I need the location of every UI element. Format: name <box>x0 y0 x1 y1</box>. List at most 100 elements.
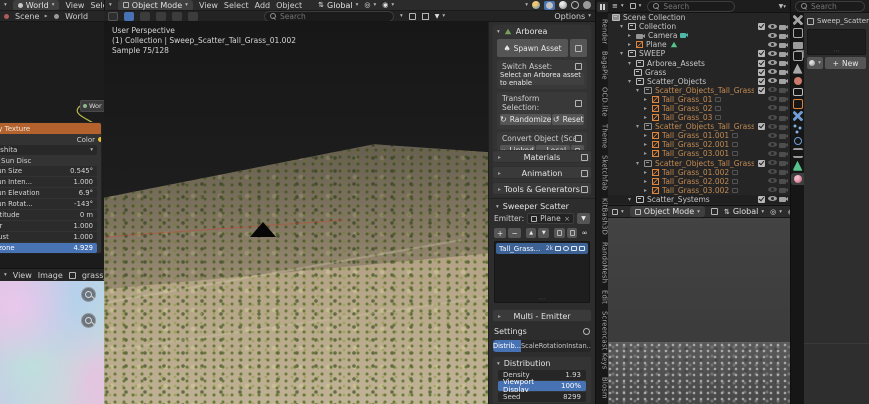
expand-caret[interactable]: ▸ <box>642 132 649 139</box>
shading-wireframe-icon[interactable] <box>571 1 579 9</box>
hide-toggle[interactable] <box>768 132 777 140</box>
breadcrumb-world[interactable]: World <box>65 12 88 21</box>
properties-search-input[interactable] <box>811 2 859 11</box>
expand-caret[interactable]: ▾ <box>626 60 633 67</box>
editor-type-dropdown[interactable]: ▾ <box>612 209 624 215</box>
lock-toggle-icon[interactable] <box>571 246 577 251</box>
select-mode-circle[interactable] <box>156 12 166 21</box>
hide-toggle[interactable] <box>768 114 777 122</box>
expand-caret[interactable]: ▾ <box>634 160 641 167</box>
image-preview[interactable] <box>0 281 104 404</box>
render-toggle[interactable] <box>779 114 788 122</box>
outliner-row[interactable]: ▸Tall_Grass_03.002 <box>608 186 790 195</box>
panel-options-icon[interactable] <box>581 186 588 193</box>
tab-rotation[interactable]: Rotation <box>539 340 567 352</box>
outliner-row[interactable]: Grass <box>608 68 790 77</box>
render-toggle[interactable] <box>779 68 788 76</box>
gizmo-dropdown[interactable]: ▾ <box>525 2 528 8</box>
paste-button[interactable] <box>567 228 578 238</box>
expand-caret[interactable]: ▸ <box>642 150 649 157</box>
render-toggle[interactable] <box>779 177 788 185</box>
browse-material-button[interactable]: ▾ <box>807 57 823 69</box>
tab-object-icon[interactable] <box>793 99 803 109</box>
outliner-row[interactable]: ▾SWEEP <box>608 49 790 58</box>
tools-generators-panel[interactable]: ▸Tools & Generators <box>492 182 592 195</box>
breadcrumb-scene[interactable]: Scene <box>15 12 39 21</box>
expand-caret[interactable]: ▸ <box>642 96 649 103</box>
render-toggle-icon[interactable] <box>563 246 569 251</box>
expand-caret[interactable]: ▾ <box>626 78 633 85</box>
render-toggle[interactable] <box>779 132 788 140</box>
sky-type-dropdown[interactable]: Nishita▾ <box>0 145 97 155</box>
presets-icon[interactable] <box>583 328 590 335</box>
tab-constraints-icon[interactable] <box>793 148 803 158</box>
panel-options-icon[interactable] <box>575 100 582 107</box>
outliner-row[interactable]: ▾Scatter_Objects <box>608 77 790 86</box>
expand-caret[interactable]: ▾ <box>618 50 625 57</box>
exclude-checkbox[interactable] <box>758 78 765 85</box>
mode-dropdown[interactable]: Object Mode▾ <box>118 0 193 11</box>
hide-toggle[interactable] <box>768 195 777 203</box>
zoom-in-button[interactable] <box>81 287 96 302</box>
shading-rendered-active[interactable] <box>544 1 555 10</box>
viewport-toggle-icon[interactable] <box>555 246 561 251</box>
hide-toggle[interactable] <box>768 32 777 40</box>
menu-view[interactable]: View <box>199 1 218 10</box>
distribution-header[interactable]: ▾Distribution <box>493 357 591 370</box>
panel-options-icon[interactable] <box>575 63 582 70</box>
outliner-row[interactable]: ▸Tall_Grass_01.001 <box>608 131 790 140</box>
editor-type-icon[interactable]: ▾ <box>4 272 7 278</box>
tab-render[interactable]: Render <box>596 19 609 44</box>
hide-toggle[interactable] <box>768 68 777 76</box>
world-selector[interactable]: World▾ <box>13 0 60 11</box>
outliner-row[interactable]: ▸Tall_Grass_01.002 <box>608 168 790 177</box>
new-material-button[interactable]: +New <box>825 57 866 69</box>
node-field[interactable]: Dust1.000 <box>0 232 97 242</box>
arborea-panel-header[interactable]: ▾ Arborea <box>493 25 591 38</box>
properties-search[interactable] <box>795 1 865 12</box>
remove-item-button[interactable]: − <box>508 228 520 238</box>
outliner-search-input[interactable] <box>663 2 729 11</box>
expand-caret[interactable]: ▸ <box>642 141 649 148</box>
hide-toggle[interactable] <box>768 50 777 58</box>
color-output-socket[interactable] <box>98 137 102 142</box>
collections-icon[interactable] <box>422 13 429 20</box>
randomize-button[interactable]: ↻Randomize <box>500 114 551 125</box>
filter-type-dropdown[interactable]: ▾ <box>630 3 642 9</box>
tab-scale[interactable]: Scale <box>521 340 539 352</box>
exclude-checkbox[interactable] <box>758 123 765 130</box>
sun-disc-row[interactable]: Sun Disc <box>0 156 101 166</box>
sweeper-panel-header[interactable]: ▾Sweeper Scatter <box>492 200 573 213</box>
render-toggle[interactable] <box>779 41 788 49</box>
outliner-row[interactable]: ▾Scatter_Objects_Tall_Grass_01.001 <box>608 122 790 131</box>
render-toggle[interactable] <box>779 123 788 131</box>
tab-material-active[interactable] <box>791 173 804 185</box>
tab-kitbash3d[interactable]: KitBash3D <box>596 198 609 235</box>
exclude-checkbox[interactable] <box>758 60 765 67</box>
render-toggle[interactable] <box>779 23 788 31</box>
viewport-display-field[interactable]: Viewport Display100% <box>498 381 586 391</box>
outliner-row[interactable]: ▸Tall_Grass_03 <box>608 113 790 122</box>
expand-caret[interactable]: ▸ <box>626 41 633 48</box>
orientation-dropdown[interactable]: ⇅Global▾ <box>724 207 764 216</box>
options-menu[interactable]: Options▾ <box>554 12 591 21</box>
outliner-row[interactable]: ▾Collection <box>608 22 790 31</box>
expand-caret[interactable]: ▾ <box>618 23 625 30</box>
outliner-row[interactable]: ▾Arborea_Assets <box>608 58 790 67</box>
hide-toggle[interactable] <box>768 150 777 158</box>
render-toggle[interactable] <box>779 186 788 194</box>
menu-view[interactable]: View <box>65 1 84 10</box>
exclude-checkbox[interactable] <box>758 87 765 94</box>
render-toggle[interactable] <box>779 104 788 112</box>
outliner-row[interactable]: ▾Scatter_Objects_Tall_Grass_01.002 <box>608 159 790 168</box>
zoom-out-button[interactable] <box>81 313 96 328</box>
outliner-row[interactable]: ▸Tall_Grass_02 <box>608 104 790 113</box>
mode-dropdown[interactable]: Object Mode▾ <box>630 206 705 217</box>
menu-object[interactable]: Object <box>276 1 302 10</box>
tab-object-data-icon[interactable] <box>793 161 803 171</box>
select-mode-lasso[interactable] <box>172 12 182 21</box>
list-resize-handle[interactable]: ⋯ <box>539 297 546 302</box>
asset-browser-button[interactable] <box>570 39 587 57</box>
expand-caret[interactable]: ▸ <box>642 187 649 194</box>
proportional-edit-dropdown[interactable]: ◉▾ <box>382 1 394 9</box>
